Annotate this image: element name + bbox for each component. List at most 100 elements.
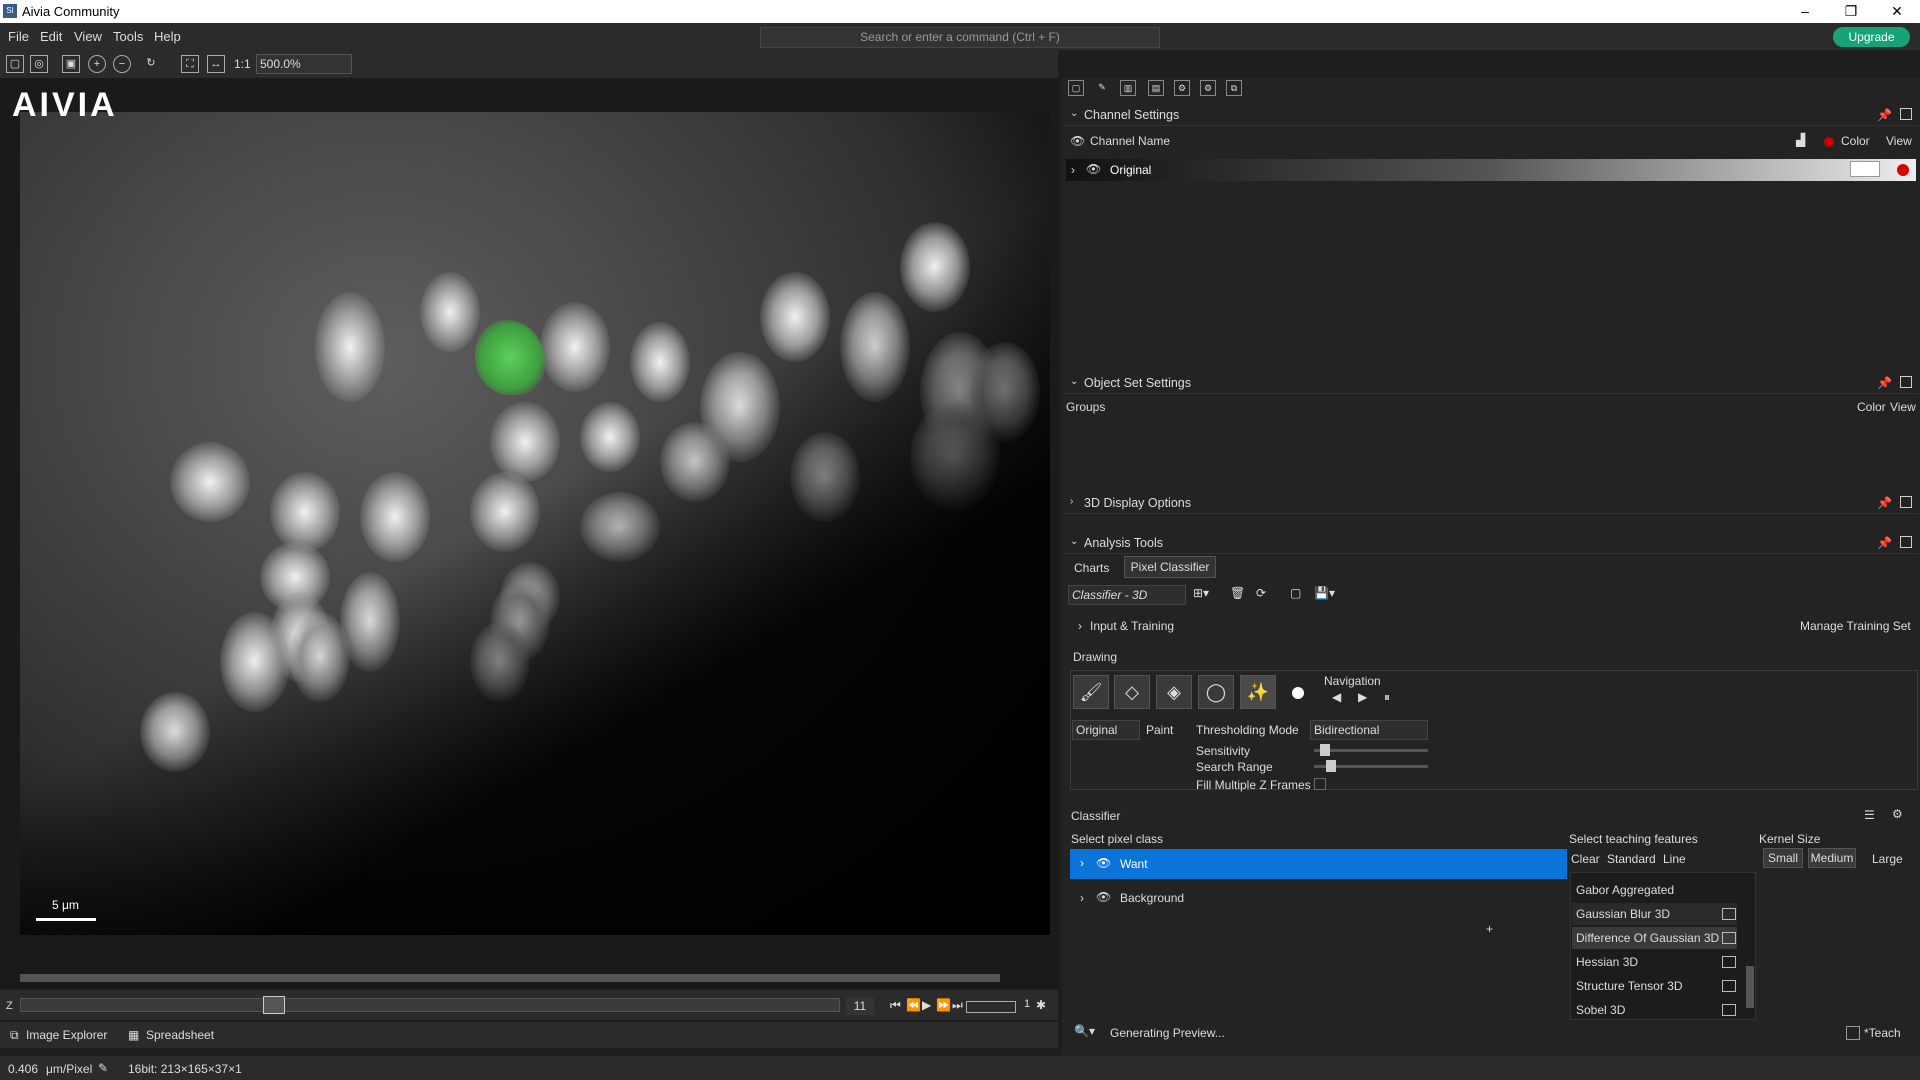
pixel-class-want[interactable]: › 👁 Want [1070,849,1567,879]
input-training-toggle[interactable]: Input & Training [1090,619,1174,633]
search-icon[interactable]: 🔍▾ [1074,1024,1095,1038]
sensitivity-handle[interactable] [1320,744,1330,756]
feature-difference-of-gaussian-3d[interactable]: Difference Of Gaussian 3D [1572,927,1737,949]
pin-icon[interactable]: 📌 [1877,536,1892,550]
eye-icon[interactable]: 👁 [1096,890,1111,904]
kernel-small-button[interactable]: Small [1763,848,1803,868]
teach-checkbox[interactable] [1846,1026,1860,1040]
channel-color-swatch[interactable] [1850,161,1880,177]
source-channel-select[interactable]: Original [1072,720,1140,740]
new-classifier-icon[interactable]: ⊞▾ [1193,586,1209,600]
panel-window-icon[interactable]: ▢ [1068,80,1084,96]
command-search-input[interactable]: Search or enter a command (Ctrl + F) [760,27,1160,48]
brush-size-icon[interactable] [1292,687,1304,699]
actual-size-label[interactable]: 1:1 [234,57,251,71]
gear-icon[interactable]: ⚙ [1892,807,1903,821]
menu-file[interactable]: File [8,29,29,44]
nav-previous-icon[interactable]: ◀ [1332,690,1341,704]
loop-icon[interactable]: ✱ [1036,998,1046,1012]
search-range-handle[interactable] [1326,760,1336,772]
next-frame-icon[interactable]: ⏩ [936,998,951,1012]
first-frame-icon[interactable]: ⏮ [890,998,901,1013]
feature-sobel-3d[interactable]: Sobel 3D [1572,999,1737,1021]
sensitivity-slider[interactable] [1314,749,1428,752]
zoom-level-select[interactable]: 500.0% [256,54,352,74]
list-icon[interactable]: ☰ [1864,808,1875,822]
chevron-right-icon[interactable]: › [1080,891,1084,905]
nav-pause-icon[interactable]: ⏸ [1384,690,1390,705]
window-icon[interactable]: ▢ [1290,586,1301,600]
menu-tools[interactable]: Tools [113,29,143,44]
add-class-icon[interactable]: + [1486,922,1493,936]
panel-layout-icon[interactable]: ▥ [1120,80,1136,96]
tab-spreadsheet[interactable]: Spreadsheet [146,1028,214,1042]
zoom-in-icon[interactable]: + [88,55,106,73]
pin-icon[interactable]: 📌 [1877,376,1892,390]
minimize-button[interactable]: – [1782,0,1828,23]
object-set-settings-header[interactable]: ⌄ Object Set Settings 📌 [1064,372,1918,394]
previous-frame-icon[interactable]: ⏪ [906,998,921,1012]
chevron-right-icon[interactable]: › [1071,163,1075,177]
histogram-icon[interactable]: ▟ [1796,133,1805,147]
play-icon[interactable]: ▶ [922,998,931,1012]
magic-eraser-icon[interactable]: ◈ [1156,675,1192,709]
restore-button[interactable]: ❐ [1828,0,1874,23]
lasso-icon[interactable]: ◯ [1198,675,1234,709]
feature-list-scrollbar[interactable] [1746,966,1754,1008]
edit-pencil-icon[interactable]: ✎ [98,1061,108,1075]
feature-toggle-icon[interactable] [1722,1004,1736,1016]
maximize-icon[interactable] [1900,496,1912,508]
z-slider-handle[interactable] [263,996,285,1014]
maximize-icon[interactable] [1900,108,1912,120]
tab-image-explorer[interactable]: Image Explorer [26,1028,107,1042]
z-frame-input[interactable]: 11 [846,997,874,1015]
feature-gabor-aggregated[interactable]: Gabor Aggregated [1572,879,1737,901]
panel-settings-icon[interactable]: ⚙ [1200,80,1216,96]
feature-toggle-icon[interactable] [1722,932,1736,944]
manage-training-set-link[interactable]: Manage Training Set [1800,619,1911,633]
tab-charts[interactable]: Charts [1074,561,1109,575]
brush-icon[interactable]: 🖌 [1073,675,1109,709]
fit-window-icon[interactable]: ⛶ [181,55,199,73]
channel-settings-header[interactable]: ⌄ Channel Settings 📌 [1064,104,1918,126]
fit-width-icon[interactable]: ↔ [207,55,225,73]
channel-visibility-dot[interactable] [1897,164,1909,176]
refresh-icon[interactable]: ⟳ [1256,586,1266,600]
feature-hessian-3d[interactable]: Hessian 3D [1572,951,1737,973]
kernel-large-button[interactable]: Large [1872,852,1903,866]
delete-icon[interactable]: 🗑 [1230,586,1245,600]
zoom-out-icon[interactable]: − [113,55,131,73]
menu-help[interactable]: Help [154,29,181,44]
panel-grid-icon[interactable]: ▤ [1148,80,1164,96]
analysis-tools-header[interactable]: ⌄ Analysis Tools 📌 [1064,532,1918,554]
thresholding-mode-select[interactable]: Bidirectional [1310,720,1428,740]
last-frame-icon[interactable]: ⏭ [952,998,963,1013]
panel-export-icon[interactable]: ⧉ [1226,80,1242,96]
feature-clear-button[interactable]: Clear [1571,852,1600,866]
teach-button[interactable]: *Teach [1864,1026,1901,1040]
fill-multiple-z-checkbox[interactable] [1314,778,1326,790]
close-button[interactable]: ✕ [1874,0,1920,23]
3d-display-options-header[interactable]: › 3D Display Options 📌 [1064,492,1918,514]
classifier-select[interactable]: Classifier - 3D [1068,585,1186,605]
feature-toggle-icon[interactable] [1722,908,1736,920]
panel-tools-icon[interactable]: ⚙ [1174,80,1190,96]
z-slider-track[interactable] [20,998,840,1012]
eye-icon[interactable]: 👁 [1086,162,1101,176]
fit-icon[interactable]: ▣ [62,55,80,73]
horizontal-scrollbar[interactable] [20,974,1000,982]
magic-wand-icon[interactable]: ✨ [1240,675,1276,709]
tab-pixel-classifier[interactable]: Pixel Classifier [1124,556,1216,578]
pin-icon[interactable]: 📌 [1877,496,1892,510]
maximize-icon[interactable] [1900,376,1912,388]
pixel-class-background[interactable]: Background [1120,891,1184,905]
microscopy-image[interactable] [20,112,1050,935]
kernel-medium-button[interactable]: Medium [1808,848,1856,868]
feature-gaussian-blur-3d[interactable]: Gaussian Blur 3D [1572,903,1737,925]
upgrade-button[interactable]: Upgrade [1833,27,1910,47]
menu-view[interactable]: View [74,29,102,44]
eraser-icon[interactable]: ◇ [1114,675,1150,709]
feature-line-button[interactable]: Line [1663,852,1686,866]
feature-structure-tensor-3d[interactable]: Structure Tensor 3D [1572,975,1737,997]
menu-edit[interactable]: Edit [40,29,62,44]
